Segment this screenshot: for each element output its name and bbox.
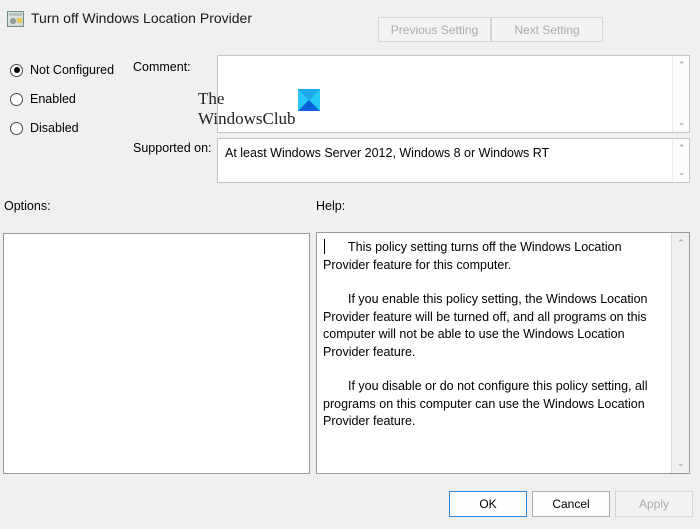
radio-mark-not-configured[interactable] <box>10 63 23 77</box>
supported-on-label: Supported on: <box>133 141 212 155</box>
policy-setting-icon <box>7 11 24 27</box>
scroll-down-icon[interactable]: ⌄ <box>673 164 690 181</box>
scroll-down-icon[interactable]: ⌄ <box>672 454 690 472</box>
next-setting-button[interactable]: Next Setting <box>491 17 603 42</box>
comment-label: Comment: <box>133 60 191 74</box>
supported-on-field[interactable]: At least Windows Server 2012, Windows 8 … <box>217 138 690 183</box>
help-text[interactable]: This policy setting turns off the Window… <box>317 233 671 473</box>
comment-scrollbar[interactable]: ⌃ ⌄ <box>672 56 689 132</box>
previous-setting-button[interactable]: Previous Setting <box>378 17 491 42</box>
help-panel[interactable]: This policy setting turns off the Window… <box>316 232 690 474</box>
options-panel[interactable] <box>3 233 310 474</box>
radio-not-configured[interactable]: Not Configured <box>10 61 114 79</box>
options-label: Options: <box>4 199 51 213</box>
help-paragraph: If you enable this policy setting, the W… <box>323 292 648 359</box>
radio-label-disabled: Disabled <box>30 121 79 135</box>
comment-text[interactable] <box>218 56 672 132</box>
scroll-up-icon[interactable]: ⌃ <box>672 234 690 252</box>
comment-field[interactable]: ⌃ ⌄ <box>217 55 690 133</box>
help-label: Help: <box>316 199 346 213</box>
radio-mark-disabled[interactable] <box>10 121 23 135</box>
page-title: Turn off Windows Location Provider <box>31 10 252 26</box>
scroll-down-icon[interactable]: ⌄ <box>673 114 690 131</box>
radio-disabled[interactable]: Disabled <box>10 119 79 137</box>
apply-button[interactable]: Apply <box>615 491 693 517</box>
radio-enabled[interactable]: Enabled <box>10 90 76 108</box>
scroll-up-icon[interactable]: ⌃ <box>673 140 690 157</box>
help-scrollbar[interactable]: ⌃ ⌄ <box>671 233 689 473</box>
ok-button[interactable]: OK <box>449 491 527 517</box>
supported-on-text: At least Windows Server 2012, Windows 8 … <box>225 146 550 160</box>
dialog-titlebar: Turn off Windows Location Provider Previ… <box>0 0 700 44</box>
help-paragraph: This policy setting turns off the Window… <box>323 240 622 272</box>
supported-on-scrollbar[interactable]: ⌃ ⌄ <box>672 139 689 182</box>
cancel-button[interactable]: Cancel <box>532 491 610 517</box>
radio-label-not-configured: Not Configured <box>30 63 115 77</box>
help-paragraph: If you disable or do not configure this … <box>323 379 648 428</box>
scroll-up-icon[interactable]: ⌃ <box>673 57 690 74</box>
radio-mark-enabled[interactable] <box>10 92 23 106</box>
radio-label-enabled: Enabled <box>30 92 76 106</box>
